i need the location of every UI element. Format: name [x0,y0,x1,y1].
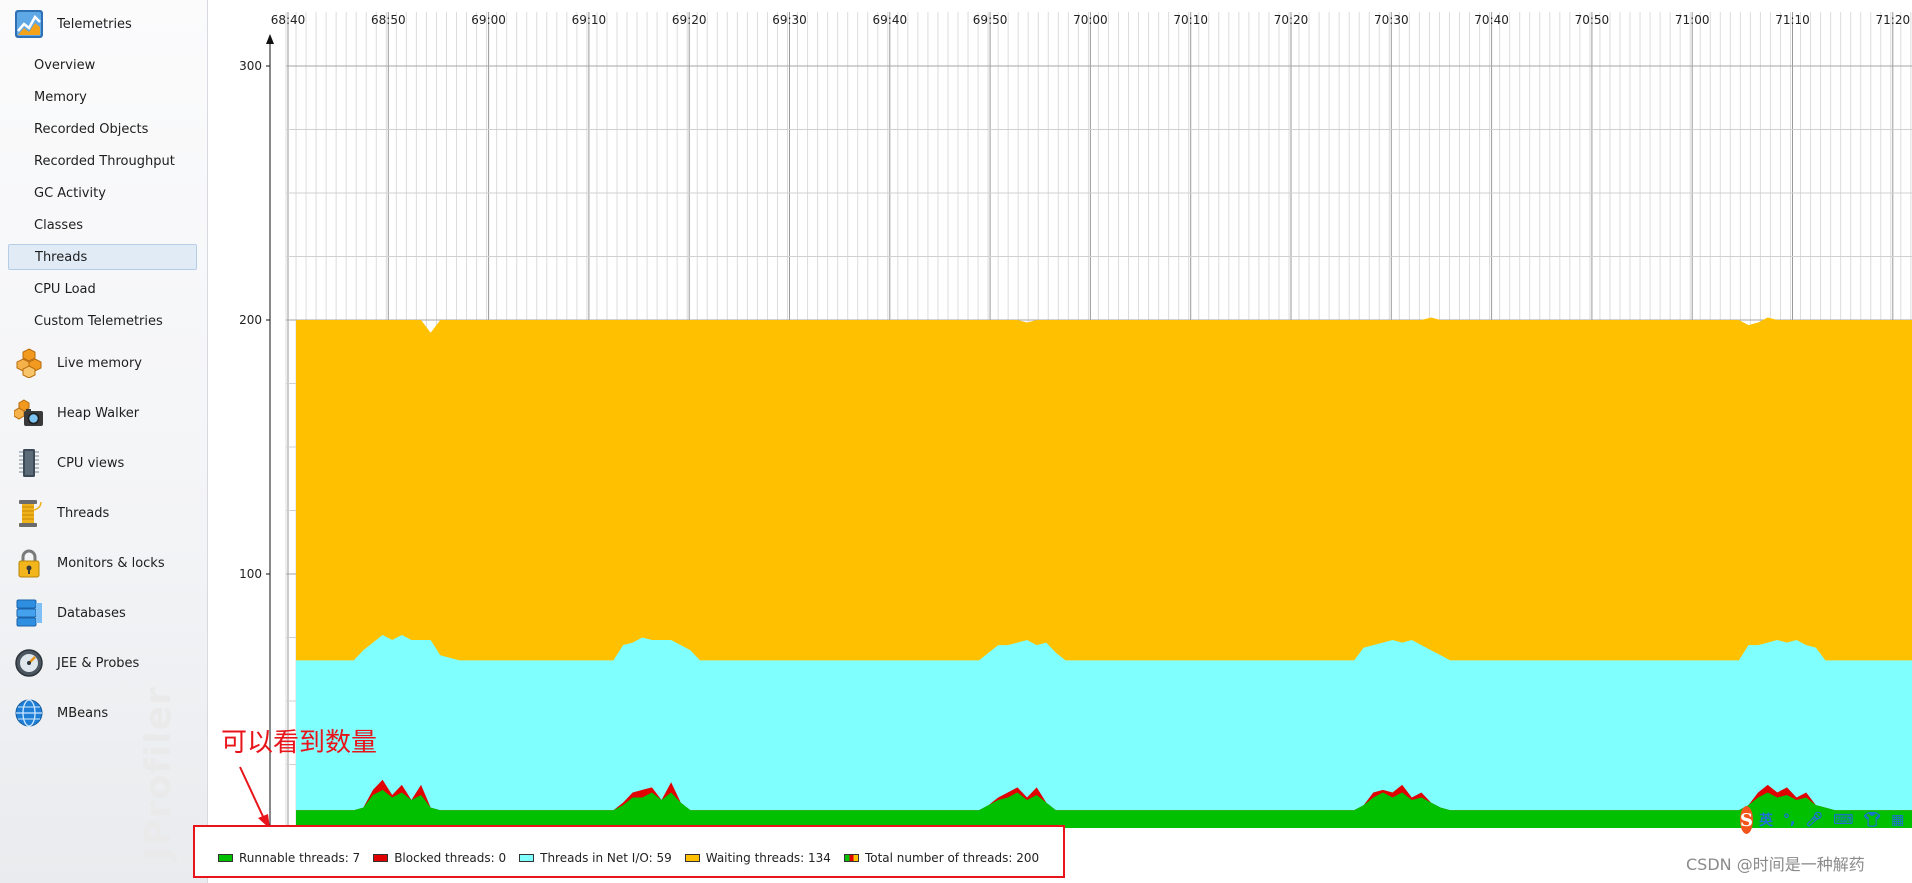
section-jee-probes[interactable]: JEE & Probes [14,646,199,680]
sidebar-item-label: Memory [34,89,87,105]
x-tick-label: 71:20 [1876,13,1911,27]
sidebar-item-label: Overview [34,57,96,73]
y-tick-label: 100 [239,567,262,581]
threads-icon [14,498,44,528]
x-tick-label: 70:00 [1073,13,1108,27]
sidebar-item-label: GC Activity [34,185,106,201]
live-memory-icon [14,348,44,379]
legend-label: Blocked threads: 0 [394,851,507,865]
legend-swatch [684,854,700,862]
section-label: Monitors & locks [57,555,165,571]
section-monitors-locks[interactable]: Monitors & locks [14,546,199,580]
section-databases[interactable]: Databases [14,596,199,630]
legend-item-total: Total number of threads: 200 [843,851,1040,865]
databases-icon [14,598,44,628]
y-tick-label: 300 [239,59,262,73]
legend-item-runnable: Runnable threads: 7 [218,851,360,865]
annotation-text: 可以看到数量 [221,728,378,758]
x-tick-label: 70:50 [1575,13,1610,27]
sidebar-item-recorded-throughput[interactable]: Recorded Throughput [8,148,197,174]
x-tick-label: 68:40 [271,13,306,27]
keyboard-icon[interactable]: ⌨ [1833,812,1853,828]
section-label: CPU views [57,455,125,471]
y-tick-label: 200 [239,313,262,327]
sidebar-item-threads[interactable]: Threads [8,244,197,270]
section-label: Threads [57,505,110,521]
legend-item-net-io: Threads in Net I/O: 59 [519,851,672,865]
sidebar-item-cpu-load[interactable]: CPU Load [8,276,197,302]
legend-label: Total number of threads: 200 [864,851,1040,865]
sidebar-item-label: Custom Telemetries [34,313,163,329]
chart-legend: Runnable threads: 7 Blocked threads: 0 T… [218,850,1052,866]
section-label: JEE & Probes [57,655,140,671]
sidebar-item-recorded-objects[interactable]: Recorded Objects [8,116,197,142]
ime-toolbar[interactable]: S 英 °, 🎤︎ ⌨ 👕︎ ▦ [1740,801,1912,839]
section-label: MBeans [57,705,109,721]
section-label: Live memory [57,355,142,371]
annotation-arrow-icon [239,766,270,829]
sidebar-item-classes[interactable]: Classes [8,212,197,238]
sogou-ime-icon[interactable]: S [1740,806,1753,834]
x-tick-label: 69:50 [973,13,1008,27]
section-label: Heap Walker [57,405,140,421]
x-tick-label: 70:10 [1173,13,1208,27]
sidebar-item-label: CPU Load [34,281,96,297]
x-tick-label: 69:30 [772,13,807,27]
section-cpu-views[interactable]: CPU views [14,446,199,480]
app-watermark: JProfiler [138,686,179,860]
x-tick-label: 69:40 [873,13,908,27]
mbeans-icon [14,698,44,728]
sidebar-item-custom-telemetries[interactable]: Custom Telemetries [8,308,197,334]
ime-language-toggle[interactable]: 英 [1759,810,1773,830]
x-tick-label: 69:20 [672,13,707,27]
sidebar-item-label: Threads [35,249,88,265]
sidebar-item-label: Recorded Throughput [34,153,175,169]
legend-label: Waiting threads: 134 [705,851,831,865]
y-axis-arrow [266,34,274,44]
x-tick-label: 69:00 [471,13,506,27]
sidebar-item-memory[interactable]: Memory [8,84,197,110]
sidebar-item-gc-activity[interactable]: GC Activity [8,180,197,206]
navigation-sidebar: Telemetries Overview Memory Recorded Obj… [0,0,208,883]
section-telemetries-label: Telemetries [57,16,132,32]
threads-chart[interactable]: 68:40 68:50 69:00 69:10 69:20 69:30 69:40 69:50… [208,0,1912,830]
legend-item-blocked: Blocked threads: 0 [373,851,506,865]
section-live-memory[interactable]: Live memory [14,346,199,380]
footer-watermark: CSDN @时间是一种解药 [1686,855,1865,874]
x-tick-label: 71:10 [1775,13,1810,27]
x-tick-label: 70:30 [1374,13,1409,27]
telemetries-icon [14,9,44,39]
legend-swatch [843,854,859,862]
cpu-views-icon [14,448,44,478]
sidebar-item-overview[interactable]: Overview [8,52,197,78]
skin-shirt-icon[interactable]: 👕︎ [1863,812,1881,828]
x-tick-label: 68:50 [371,13,406,27]
x-tick-label: 70:20 [1274,13,1309,27]
legend-swatch [373,854,389,862]
x-tick-label: 69:10 [572,13,607,27]
area-threads-in-net-i-o [296,634,1912,828]
toolbox-grid-icon[interactable]: ▦ [1891,812,1904,828]
section-threads[interactable]: Threads [14,496,199,530]
heap-walker-icon [13,398,44,428]
section-telemetries[interactable]: Telemetries [14,7,199,41]
legend-label: Runnable threads: 7 [239,851,361,865]
x-tick-label: 71:00 [1675,13,1710,27]
legend-swatch [218,854,233,862]
section-label: Databases [57,605,126,621]
punctuation-icon[interactable]: °, [1783,812,1795,828]
legend-swatch [519,854,535,862]
legend-item-waiting: Waiting threads: 134 [684,851,831,865]
jee-probes-icon [14,648,44,678]
x-tick-label: 70:40 [1474,13,1509,27]
sidebar-item-label: Classes [34,217,83,233]
monitors-locks-icon [14,548,44,578]
microphone-icon[interactable]: 🎤︎ [1805,812,1823,828]
section-heap-walker[interactable]: Heap Walker [13,396,199,430]
sidebar-item-label: Recorded Objects [34,121,149,137]
threads-chart-svg: 68:40 68:50 69:00 69:10 69:20 69:30 69:40 69:50… [239,12,1912,828]
legend-label: Threads in Net I/O: 59 [540,851,672,865]
